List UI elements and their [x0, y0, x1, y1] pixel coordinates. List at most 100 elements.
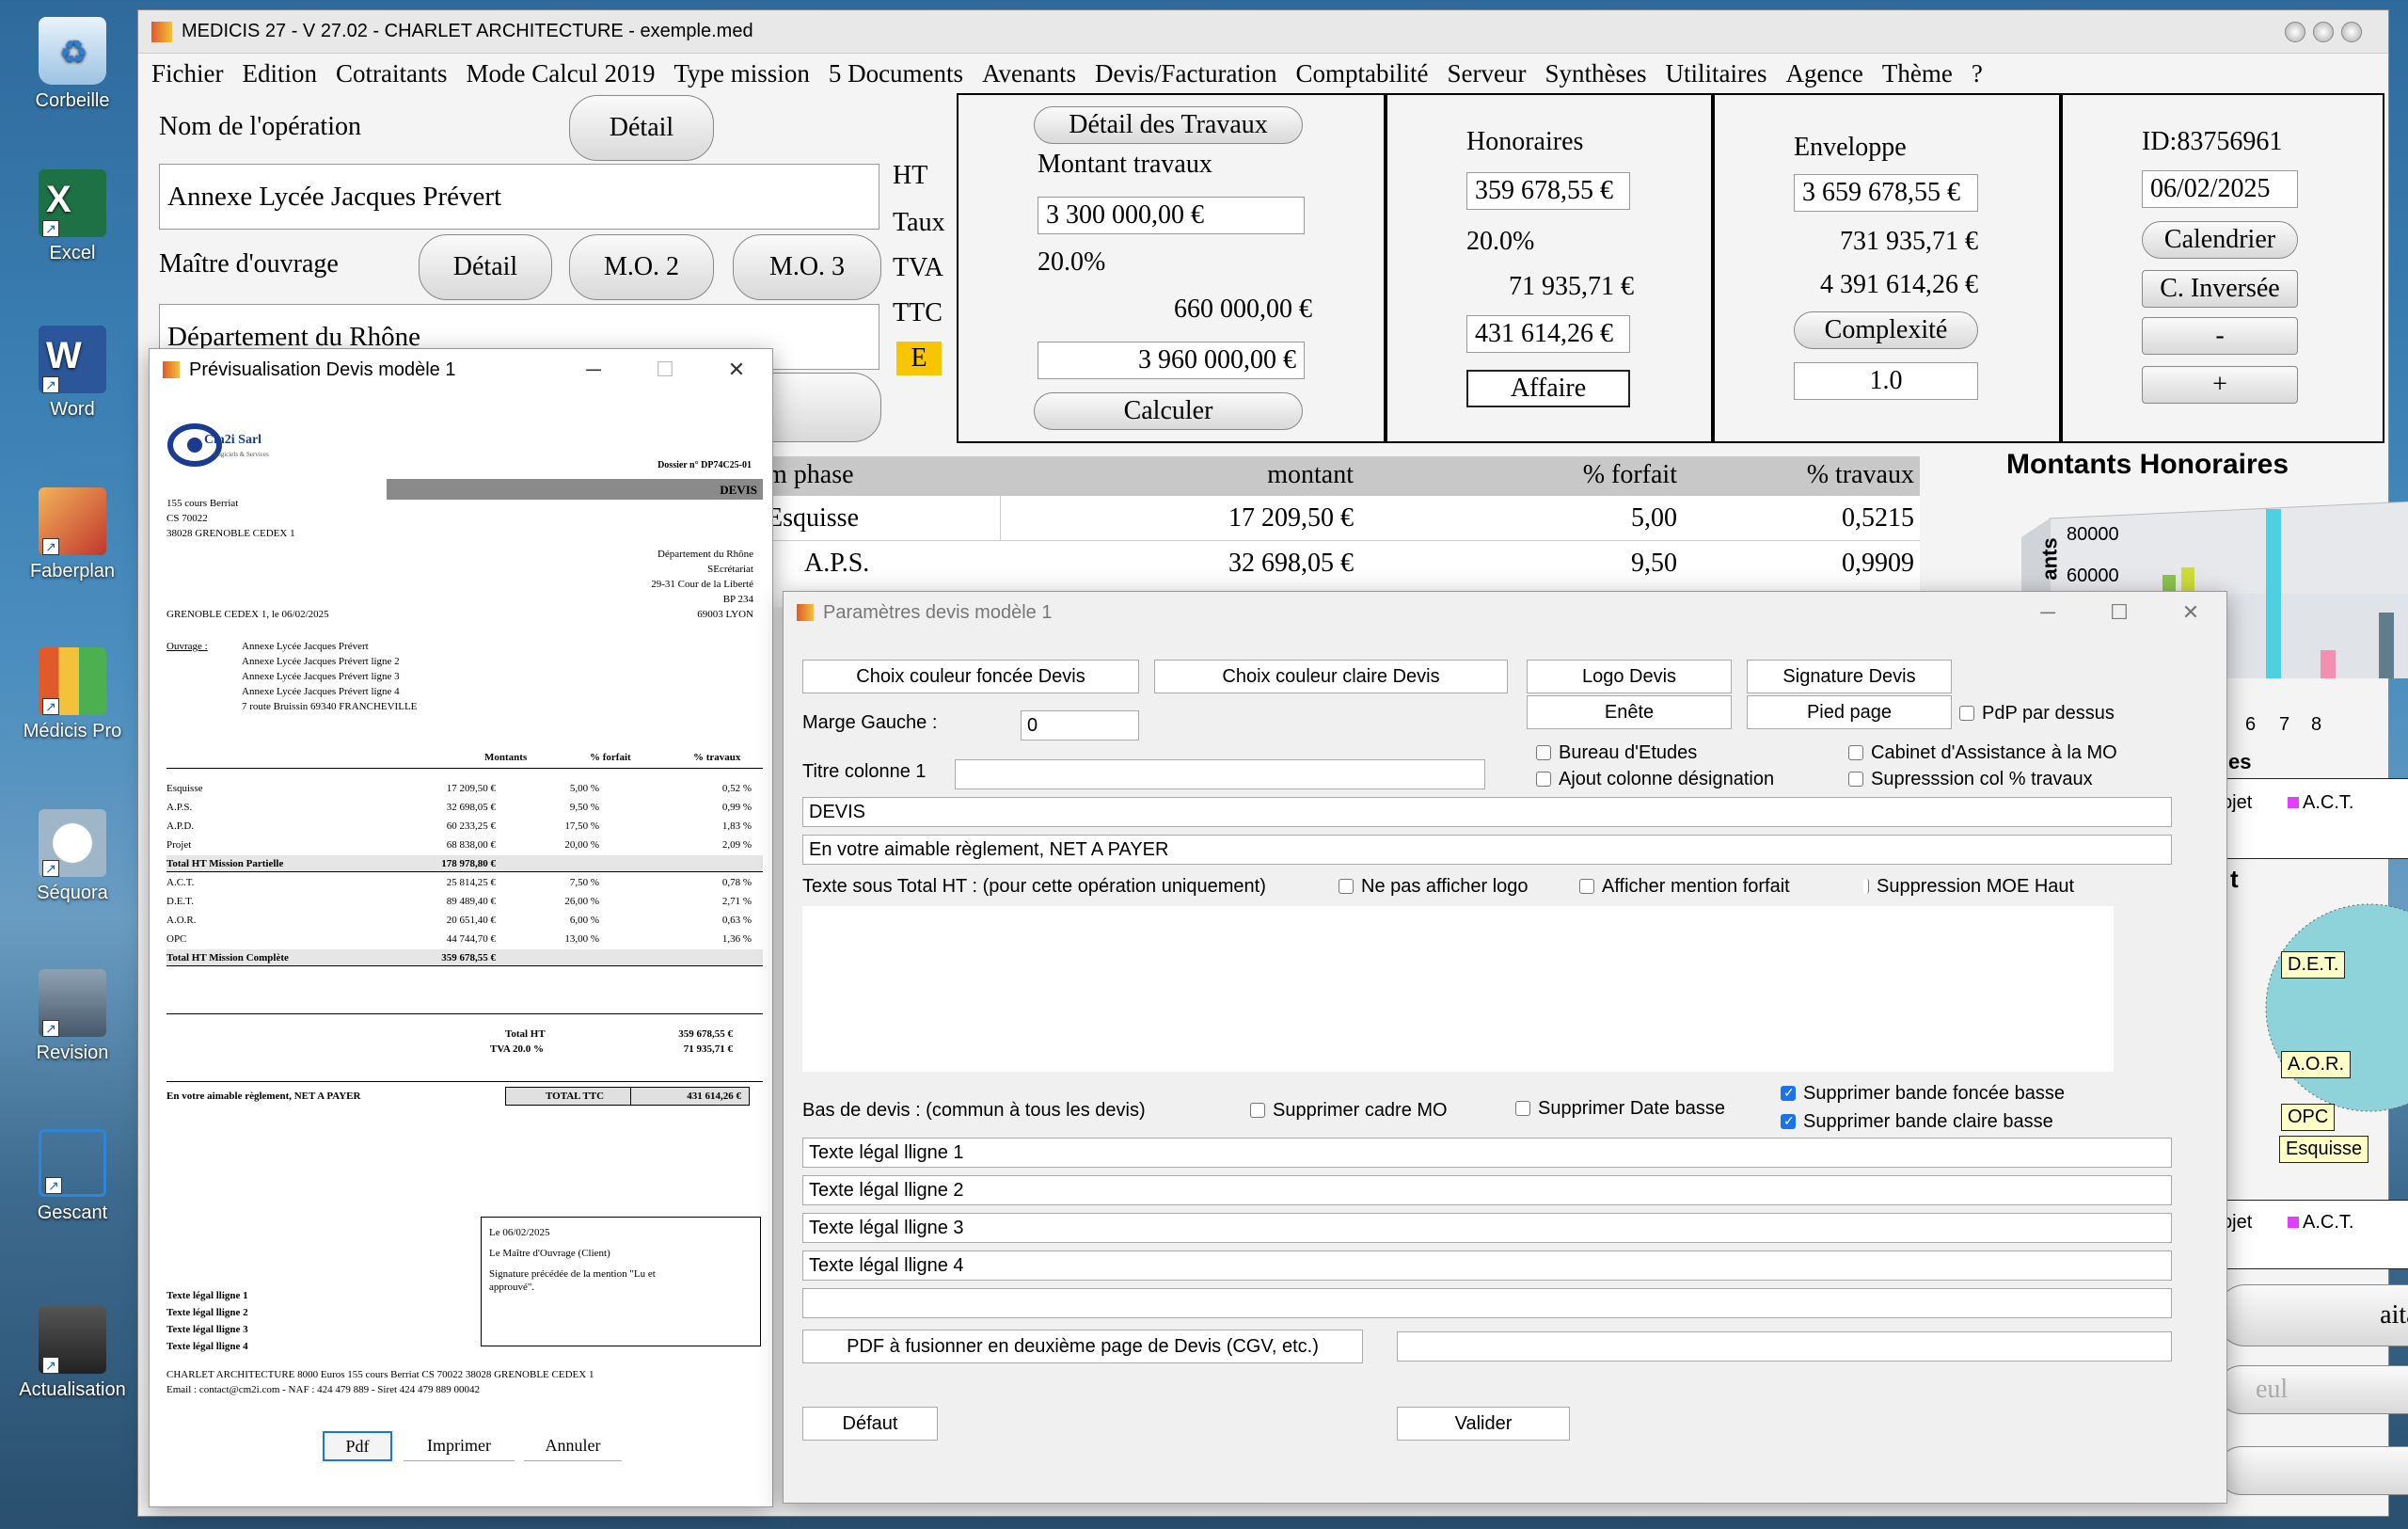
- pied-page-button[interactable]: Pied page: [1747, 695, 1952, 729]
- actualisation-icon[interactable]: ↗ Actualisation: [8, 1306, 137, 1401]
- maximize-icon[interactable]: [2313, 21, 2334, 42]
- operation-label: Nom de l'opération: [159, 112, 361, 141]
- recycle-bin-icon[interactable]: ♻ Corbeille: [8, 17, 137, 112]
- ouvrage-line: Annexe Lycée Jacques Prévert ligne 2: [242, 656, 400, 667]
- no-logo-checkbox[interactable]: Ne pas afficher logo: [1339, 874, 1529, 899]
- cancel-button[interactable]: Annuler: [524, 1431, 622, 1461]
- minimize-icon[interactable]: [2285, 21, 2305, 42]
- menu-cotraitants[interactable]: Cotraitants: [336, 59, 447, 88]
- montant-travaux-field[interactable]: 3 300 000,00 €: [1038, 197, 1305, 234]
- light-color-button[interactable]: Choix couleur claire Devis: [1154, 660, 1508, 693]
- mo2-button[interactable]: M.O. 2: [569, 234, 714, 300]
- menu-comptabilite[interactable]: Comptabilité: [1296, 59, 1429, 88]
- calcul-inverse-button[interactable]: C. Inversée: [2142, 270, 2298, 308]
- print-button[interactable]: Imprimer: [404, 1431, 515, 1461]
- sequora-icon[interactable]: ↗ Séquora: [8, 809, 137, 904]
- menu-type-mission[interactable]: Type mission: [673, 59, 809, 88]
- enveloppe-ht-field[interactable]: 3 659 678,55 €: [1794, 174, 1978, 212]
- menu-utilitaires[interactable]: Utilitaires: [1665, 59, 1766, 88]
- close-icon[interactable]: ✕: [2155, 592, 2226, 633]
- logo-button[interactable]: Logo Devis: [1527, 660, 1732, 693]
- ajout-colonne-checkbox[interactable]: Ajout colonne désignation: [1536, 767, 1774, 791]
- table-row[interactable]: Esquisse 17 209,50 € 5,00 0,5215: [767, 496, 1920, 541]
- minimize-icon[interactable]: ─: [2012, 592, 2083, 633]
- menu-theme[interactable]: Thème: [1882, 59, 1953, 88]
- word-icon[interactable]: W ↗ Word: [8, 326, 137, 421]
- close-icon[interactable]: ✕: [701, 349, 772, 390]
- menu-devis-facturation[interactable]: Devis/Facturation: [1095, 59, 1276, 88]
- menu-help[interactable]: ?: [1972, 59, 1983, 88]
- unlabeled-button[interactable]: [2217, 1446, 2408, 1495]
- suppr-claire-checkbox[interactable]: Supprimer bande claire basse: [1781, 1109, 2053, 1134]
- menu-edition[interactable]: Edition: [242, 59, 317, 88]
- valider-button[interactable]: Valider: [1397, 1407, 1570, 1441]
- legal-line-1-input[interactable]: Texte légal lligne 1: [802, 1138, 2172, 1168]
- suppression-moe-checkbox[interactable]: Suppression MOE Haut: [1863, 874, 2074, 899]
- mention-forfait-checkbox[interactable]: Afficher mention forfait: [1579, 874, 1790, 899]
- minus-button[interactable]: -: [2142, 317, 2298, 355]
- pdp-checkbox[interactable]: PdP par dessus: [1959, 701, 2115, 725]
- reglement-input[interactable]: En votre aimable règlement, NET A PAYER: [802, 835, 2172, 865]
- menu-fichier[interactable]: Fichier: [151, 59, 223, 88]
- calendrier-button[interactable]: Calendrier: [2142, 221, 2298, 259]
- gescant-icon[interactable]: ↗ Gescant: [8, 1129, 137, 1224]
- minimize-icon[interactable]: ─: [558, 349, 629, 390]
- suppr-date-checkbox[interactable]: Supprimer Date basse: [1515, 1096, 1725, 1121]
- legal-line-5-input[interactable]: [802, 1288, 2172, 1318]
- cabinet-checkbox[interactable]: Cabinet d'Assistance à la MO: [1848, 741, 2117, 765]
- date-field[interactable]: 06/02/2025: [2142, 170, 2298, 208]
- menu-avenants[interactable]: Avenants: [982, 59, 1076, 88]
- detail-travaux-button[interactable]: Détail des Travaux: [1034, 106, 1303, 144]
- mo3-button[interactable]: M.O. 3: [733, 234, 881, 300]
- cotraitant-button[interactable]: aitant (5): [2217, 1284, 2408, 1346]
- menu-mode-calcul[interactable]: Mode Calcul 2019: [466, 59, 655, 88]
- bureau-checkbox[interactable]: Bureau d'Etudes: [1536, 741, 1697, 765]
- seul-button[interactable]: eul: [2217, 1365, 2408, 1414]
- honoraires-ttc-field[interactable]: 431 614,26 €: [1466, 315, 1630, 353]
- table-row[interactable]: A.P.S. 32 698,05 € 9,50 0,9909: [767, 541, 1920, 586]
- ouvrage-line: Annexe Lycée Jacques Prévert ligne 3: [242, 671, 400, 682]
- phase-name: Esquisse: [767, 503, 859, 533]
- legal-line-3-input[interactable]: Texte légal lligne 3: [802, 1213, 2172, 1243]
- faberplan-icon[interactable]: ↗ Faberplan: [8, 487, 137, 582]
- marge-input[interactable]: 0: [1021, 710, 1139, 741]
- pdf-button[interactable]: Pdf: [323, 1431, 392, 1461]
- close-icon[interactable]: [2341, 21, 2362, 42]
- suppr-date-label: Supprimer Date basse: [1538, 1097, 1725, 1119]
- suppr-cadre-checkbox[interactable]: Supprimer cadre MO: [1250, 1098, 1448, 1123]
- legal-line-2-input[interactable]: Texte légal lligne 2: [802, 1175, 2172, 1205]
- suppression-col-checkbox[interactable]: Supresssion col % travaux: [1848, 767, 2093, 791]
- pdf-fusion-path-input[interactable]: [1397, 1331, 2172, 1362]
- revision-icon[interactable]: ↗ Revision: [8, 969, 137, 1064]
- titre-colonne-input[interactable]: [955, 759, 1485, 789]
- calculer-button[interactable]: Calculer: [1034, 392, 1303, 430]
- devis-title-input[interactable]: DEVIS: [802, 797, 2172, 827]
- entete-button[interactable]: Enête: [1527, 695, 1732, 729]
- pdf-fusion-button[interactable]: PDF à fusionner en deuxième page de Devi…: [802, 1330, 1363, 1363]
- menu-syntheses[interactable]: Synthèses: [1545, 59, 1646, 88]
- excel-icon[interactable]: X ↗ Excel: [8, 169, 137, 264]
- suppr-fonce-checkbox[interactable]: Supprimer bande foncée basse: [1781, 1081, 2065, 1106]
- plus-button[interactable]: +: [2142, 366, 2298, 404]
- menu-serveur[interactable]: Serveur: [1448, 59, 1527, 88]
- legal-line-4-input[interactable]: Texte légal lligne 4: [802, 1250, 2172, 1281]
- maximize-icon[interactable]: ☐: [629, 349, 701, 390]
- complexite-button[interactable]: Complexité: [1794, 311, 1978, 349]
- honoraires-ht-field[interactable]: 359 678,55 €: [1466, 172, 1630, 210]
- operation-detail-button[interactable]: Détail: [569, 95, 714, 161]
- signature-button[interactable]: Signature Devis: [1747, 660, 1952, 693]
- preview-footer-1: CHARLET ARCHITECTURE 8000 Euros 155 cour…: [166, 1369, 594, 1380]
- medicis-pro-icon[interactable]: ↗ Médicis Pro: [8, 647, 137, 742]
- travaux-ttc-field[interactable]: 3 960 000,00 €: [1038, 342, 1305, 379]
- coefficient-field[interactable]: 1.0: [1794, 362, 1978, 400]
- defaut-button[interactable]: Défaut: [802, 1407, 938, 1441]
- affaire-button[interactable]: Affaire: [1466, 370, 1630, 407]
- texte-sous-total-textarea[interactable]: [802, 906, 2114, 1072]
- mo-detail-button[interactable]: Détail: [419, 234, 552, 300]
- dark-color-button[interactable]: Choix couleur foncée Devis: [802, 660, 1139, 693]
- euro-currency-toggle[interactable]: E: [896, 342, 942, 375]
- menu-documents[interactable]: 5 Documents: [829, 59, 963, 88]
- maximize-icon[interactable]: ☐: [2083, 592, 2155, 633]
- operation-name-field[interactable]: Annexe Lycée Jacques Prévert: [159, 164, 879, 230]
- menu-agence[interactable]: Agence: [1785, 59, 1862, 88]
